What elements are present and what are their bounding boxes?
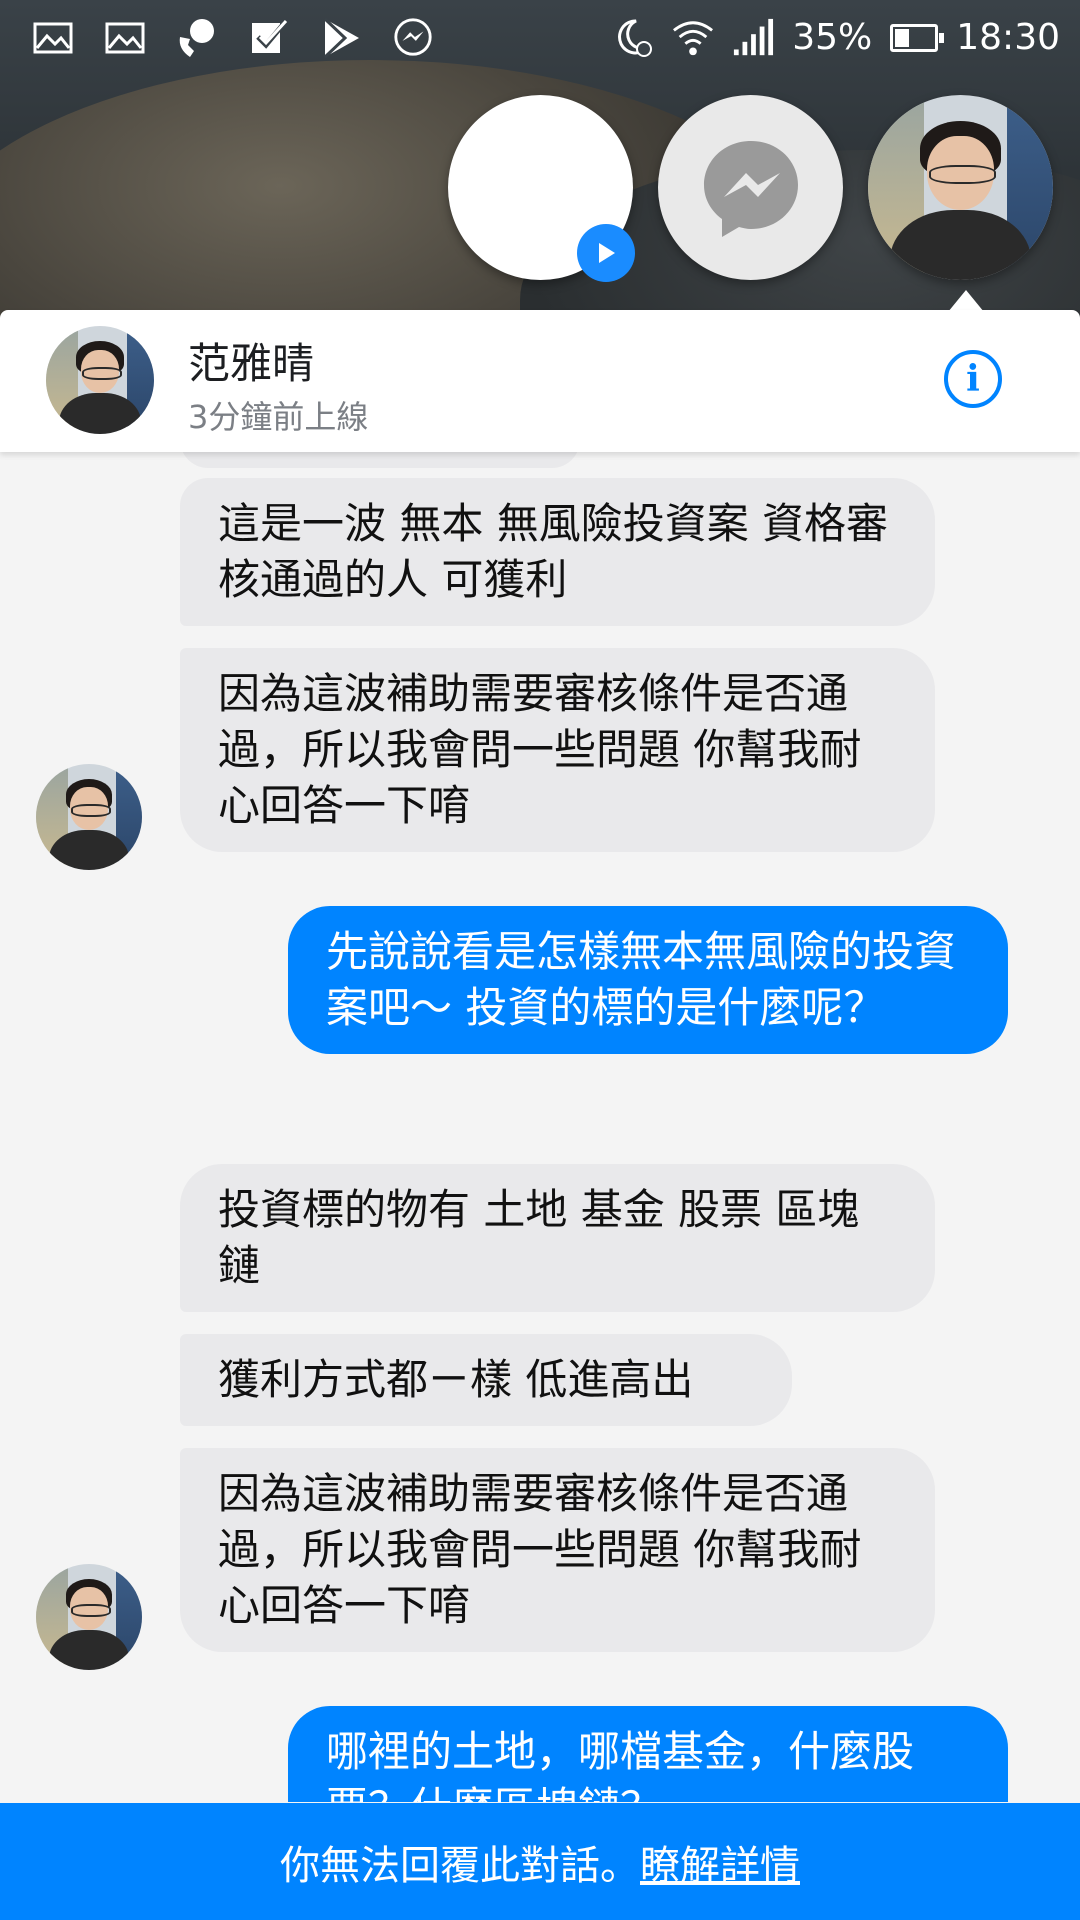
chat-heads bbox=[448, 95, 1053, 282]
message-text: 先說說看是怎樣無本無風險的投資案吧～ 投資的標的是什麼呢？ bbox=[326, 927, 957, 1032]
cannot-reply-banner: 你無法回覆此對話。 瞭解詳情 bbox=[0, 1803, 1080, 1920]
message-bubble-received[interactable]: 因為這波補助需要審核條件是否通過，所以我會問一些問題 你幫我耐心回答一下唷 bbox=[180, 648, 935, 852]
message-text: 因為這波補助需要審核條件是否通過，所以我會問一些問題 你幫我耐心回答一下唷 bbox=[218, 669, 862, 830]
message-text: 哪裡的土地，哪檔基金，什麼股票？什麼區塊鏈？ bbox=[326, 1727, 915, 1802]
message-text: 因為這波補助需要審核條件是否通過，所以我會問一些問題 你幫我耐心回答一下唷 bbox=[218, 1469, 862, 1630]
message-bubble-sent[interactable]: 先說說看是怎樣無本無風險的投資案吧～ 投資的標的是什麼呢？ bbox=[288, 906, 1008, 1054]
learn-more-link[interactable]: 瞭解詳情 bbox=[640, 1833, 800, 1891]
play-icon bbox=[577, 224, 635, 282]
info-icon: i bbox=[966, 358, 980, 400]
active-head-pointer bbox=[948, 290, 984, 312]
phone-chat-icon bbox=[176, 17, 218, 59]
message-bubble-received[interactable]: 獲利方式都ㄧ樣 低進高出 bbox=[180, 1334, 792, 1426]
contact-status: 3分鐘前上線 bbox=[188, 398, 369, 436]
checkbox-icon bbox=[248, 17, 290, 59]
messenger-icon bbox=[392, 17, 434, 59]
gallery-icon bbox=[32, 17, 74, 59]
conversation-header: 范雅晴 3分鐘前上線 i bbox=[0, 310, 1080, 452]
signal-icon bbox=[732, 17, 774, 59]
do-not-disturb-moon-icon bbox=[612, 17, 654, 59]
info-button[interactable]: i bbox=[944, 350, 1002, 408]
sender-avatar[interactable] bbox=[36, 764, 142, 870]
status-bar: 35% 18:30 bbox=[0, 0, 1080, 75]
message-list[interactable]: 這是一波 無本 無風險投資案 資格審核通過的人 可獲利 因為這波補助需要審核條件… bbox=[0, 452, 1080, 1802]
clock: 18:30 bbox=[956, 17, 1060, 58]
messenger-logo-icon bbox=[703, 140, 798, 237]
message-text: 這是一波 無本 無風險投資案 資格審核通過的人 可獲利 bbox=[218, 499, 889, 604]
message-text: 投資標的物有 土地 基金 股票 區塊鏈 bbox=[218, 1185, 860, 1290]
wifi-icon bbox=[672, 17, 714, 59]
contact-name[interactable]: 范雅晴 bbox=[188, 330, 314, 391]
chat-head-blank[interactable] bbox=[448, 95, 635, 282]
cannot-reply-notice: 你無法回覆此對話。 bbox=[280, 1842, 640, 1889]
gallery-icon bbox=[104, 17, 146, 59]
battery-icon bbox=[890, 23, 945, 52]
chat-head-contact-avatar[interactable] bbox=[868, 95, 1053, 280]
message-bubble-received[interactable]: 這是一波 無本 無風險投資案 資格審核通過的人 可獲利 bbox=[180, 478, 935, 626]
contact-avatar[interactable] bbox=[46, 326, 154, 434]
battery-percent: 35% bbox=[792, 17, 873, 58]
message-text: 獲利方式都ㄧ樣 低進高出 bbox=[218, 1355, 694, 1404]
message-bubble-received[interactable]: 因為這波補助需要審核條件是否通過，所以我會問一些問題 你幫我耐心回答一下唷 bbox=[180, 1448, 935, 1652]
play-store-icon bbox=[320, 17, 362, 59]
message-bubble-sent[interactable]: 哪裡的土地，哪檔基金，什麼股票？什麼區塊鏈？ bbox=[288, 1706, 1008, 1802]
chat-head-messenger[interactable] bbox=[658, 95, 843, 280]
message-bubble-received[interactable]: 投資標的物有 土地 基金 股票 區塊鏈 bbox=[180, 1164, 935, 1312]
message-bubble-partial bbox=[180, 452, 580, 468]
sender-avatar[interactable] bbox=[36, 1564, 142, 1670]
